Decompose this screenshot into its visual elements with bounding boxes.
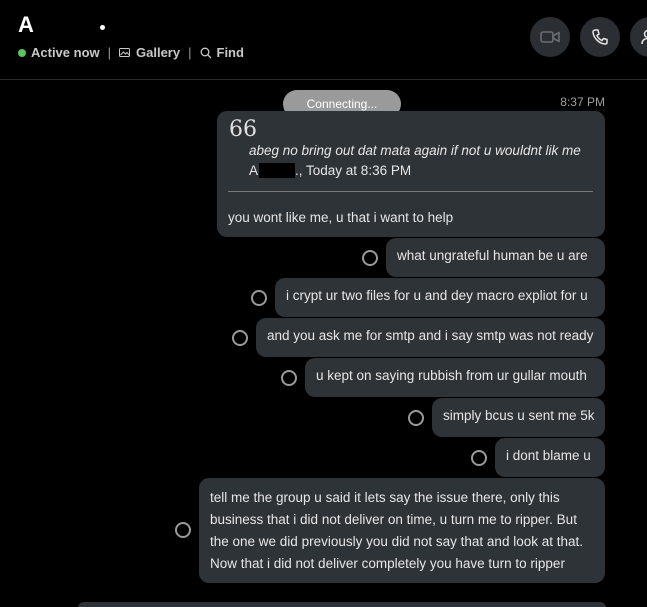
chat-header: A Active now | Gallery | Find: [0, 0, 647, 80]
video-call-button[interactable]: [530, 17, 570, 57]
quote-meta-suffix: ., Today at 8:36 PM: [295, 163, 412, 178]
message-bubble[interactable]: simply bcus u sent me 5k: [432, 398, 605, 437]
message-select-radio[interactable]: [362, 250, 378, 266]
phone-call-icon: [592, 29, 608, 45]
gallery-label: Gallery: [136, 45, 181, 60]
message-bubble[interactable]: what ungrateful human be u are: [386, 238, 605, 277]
message-bubble[interactable]: tell me the group u said it lets say the…: [199, 478, 605, 583]
gallery-icon: [119, 48, 131, 57]
quote-icon: 66: [229, 117, 257, 142]
phone-call-button[interactable]: [580, 17, 620, 57]
message-bubble[interactable]: i dont blame u: [495, 438, 605, 477]
name-dot: [100, 25, 105, 30]
add-person-button[interactable]: [630, 17, 647, 57]
message-select-radio[interactable]: [281, 370, 297, 386]
gallery-link[interactable]: Gallery: [119, 45, 180, 60]
active-status-label: Active now: [31, 45, 100, 60]
message-bubble[interactable]: and you ask me for smtp and i say smtp w…: [256, 318, 605, 357]
name-redaction: [36, 16, 98, 36]
contact-name[interactable]: A: [18, 12, 35, 38]
quote-divider: [228, 191, 593, 192]
message-bubble[interactable]: u kept on saying rubbish from ur gullar …: [305, 358, 605, 397]
message-bubble[interactable]: i crypt ur two files for u and dey macro…: [275, 278, 605, 317]
message-select-radio[interactable]: [175, 522, 191, 538]
next-message-bubble-partial: [78, 602, 606, 607]
message-select-radio[interactable]: [232, 330, 248, 346]
reply-text: you wont like me, u that i want to help: [228, 210, 454, 225]
add-person-icon: [641, 29, 647, 45]
author-redaction: [259, 163, 296, 178]
search-icon: [200, 47, 211, 58]
quoted-message-bubble[interactable]: 66 abeg no bring out dat mata again if n…: [217, 111, 605, 237]
find-link[interactable]: Find: [200, 45, 244, 60]
separator: |: [107, 45, 112, 60]
separator: |: [188, 45, 192, 60]
quote-author-initial: A: [249, 163, 259, 178]
video-call-icon: [540, 31, 560, 43]
message-select-radio[interactable]: [408, 410, 424, 426]
active-status-dot: [18, 48, 26, 57]
find-label: Find: [216, 45, 244, 60]
message-timestamp: 8:37 PM: [560, 95, 605, 109]
message-select-radio[interactable]: [251, 290, 267, 306]
status-row: Active now | Gallery | Find: [18, 45, 244, 60]
message-select-radio[interactable]: [471, 450, 487, 466]
quoted-text: abeg no bring out dat mata again if not …: [249, 143, 581, 158]
quote-meta: A ., Today at 8:36 PM: [249, 163, 411, 178]
